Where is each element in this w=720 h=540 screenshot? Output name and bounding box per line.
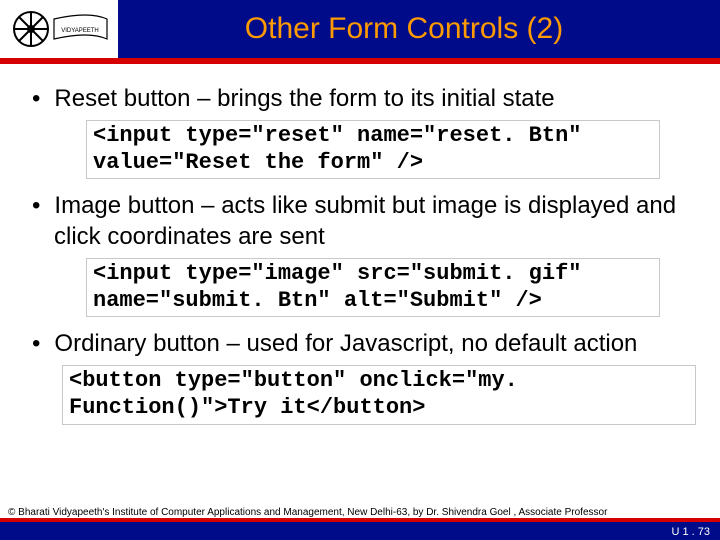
copyright-text: © Bharati Vidyapeeth's Institute of Comp… bbox=[8, 507, 607, 518]
code-ordinary: <button type="button" onclick="my. Funct… bbox=[62, 365, 696, 425]
slide-body: Reset button – brings the form to its in… bbox=[0, 64, 720, 431]
slide-title: Other Form Controls (2) bbox=[118, 12, 720, 46]
logo-icon: VIDYAPEETH bbox=[9, 7, 109, 51]
svg-text:VIDYAPEETH: VIDYAPEETH bbox=[61, 28, 99, 34]
page-number: U 1 . 73 bbox=[671, 526, 710, 538]
institute-logo: VIDYAPEETH bbox=[0, 0, 118, 58]
code-reset: <input type="reset" name="reset. Btn" va… bbox=[86, 120, 660, 180]
bullet-image: Image button – acts like submit but imag… bbox=[32, 191, 696, 252]
slide: VIDYAPEETH Other Form Controls (2) Reset… bbox=[0, 0, 720, 540]
title-bar: VIDYAPEETH Other Form Controls (2) bbox=[0, 0, 720, 58]
bullet-reset: Reset button – brings the form to its in… bbox=[32, 84, 696, 115]
footer-bar: U 1 . 73 bbox=[0, 522, 720, 540]
bullet-ordinary: Ordinary button – used for Javascript, n… bbox=[32, 329, 696, 360]
code-image: <input type="image" src="submit. gif" na… bbox=[86, 258, 660, 318]
